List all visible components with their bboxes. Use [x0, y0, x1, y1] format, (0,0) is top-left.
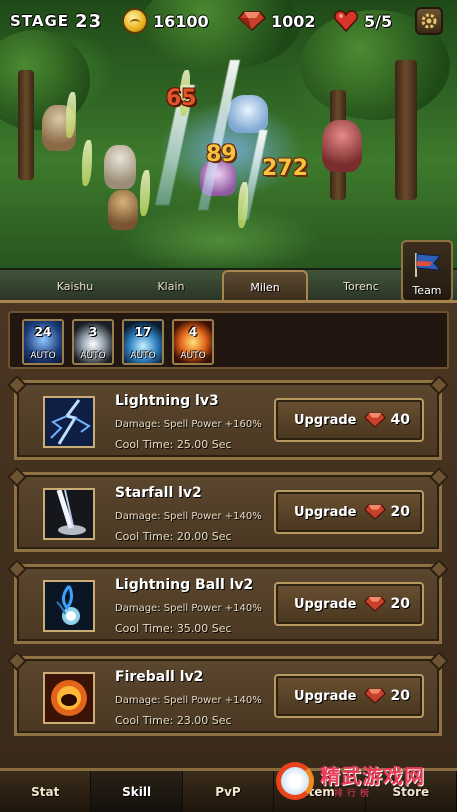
- auto-tag: AUTO: [80, 351, 106, 361]
- blade-effect: [82, 140, 92, 186]
- upgrade-label: Upgrade: [294, 596, 357, 612]
- upgrade-button[interactable]: Upgrade 20: [274, 582, 424, 626]
- skill-name: Lightning lv3: [115, 393, 219, 409]
- enemy-sprite: [322, 120, 362, 172]
- gear-icon: [421, 13, 437, 29]
- lightning-ball-icon: [43, 580, 95, 632]
- upgrade-cost: 20: [390, 504, 410, 520]
- skill-name: Fireball lv2: [115, 669, 204, 685]
- enemy-sprite: [228, 95, 268, 133]
- tab-milen[interactable]: Milen: [222, 270, 308, 302]
- stage-indicator: STAGE 23: [10, 6, 102, 36]
- auto-skill-slot[interactable]: 4 AUTO: [172, 319, 214, 365]
- skill-cooldown: Cool Time: 23.00 Sec: [115, 714, 232, 727]
- upgrade-button[interactable]: Upgrade 40: [274, 398, 424, 442]
- ruby-gem-icon: [364, 688, 387, 704]
- flag-icon: [415, 253, 442, 277]
- nav-tab-stat[interactable]: Stat: [0, 771, 92, 812]
- skill-damage: Damage: Spell Power +140%: [115, 695, 262, 706]
- character-tabs: Kaishu Klain Milen Torenc Team: [0, 240, 457, 302]
- gold-coin-icon: [122, 8, 148, 34]
- auto-count: 24: [34, 325, 52, 339]
- tab-kaishu[interactable]: Kaishu: [32, 272, 118, 300]
- upgrade-cost: 20: [390, 596, 410, 612]
- skill-cooldown: Cool Time: 20.00 Sec: [115, 530, 232, 543]
- auto-tag: AUTO: [180, 351, 206, 361]
- skill-name: Starfall lv2: [115, 485, 202, 501]
- upgrade-label: Upgrade: [294, 688, 357, 704]
- skill-card-starfall: Starfall lv2 Damage: Spell Power +140% C…: [14, 472, 442, 552]
- upgrade-button[interactable]: Upgrade 20: [274, 490, 424, 534]
- blade-effect: [140, 170, 150, 216]
- starfall-icon: [43, 488, 95, 540]
- hero-sprite: [108, 190, 138, 230]
- upgrade-cost: 40: [390, 412, 410, 428]
- skill-card-fireball: Fireball lv2 Damage: Spell Power +140% C…: [14, 656, 442, 736]
- auto-tag: AUTO: [30, 351, 56, 361]
- skill-damage: Damage: Spell Power +140%: [115, 603, 262, 614]
- stage-label: STAGE: [10, 12, 70, 30]
- gem-counter: 1002: [238, 6, 316, 36]
- ruby-gem-icon: [238, 11, 266, 31]
- fireball-icon: [43, 672, 95, 724]
- nav-tab-item[interactable]: Item: [274, 771, 366, 812]
- damage-number: 65: [166, 86, 197, 111]
- skill-card-lightning-ball: Lightning Ball lv2 Damage: Spell Power +…: [14, 564, 442, 644]
- ruby-gem-icon: [364, 412, 387, 428]
- damage-number: 89: [206, 142, 237, 167]
- auto-count: 4: [188, 325, 198, 339]
- upgrade-cost: 20: [390, 688, 410, 704]
- stage-number: 23: [75, 10, 103, 32]
- skill-damage: Damage: Spell Power +140%: [115, 511, 262, 522]
- upgrade-button[interactable]: Upgrade 20: [274, 674, 424, 718]
- settings-button[interactable]: [415, 7, 443, 35]
- auto-tag: AUTO: [130, 351, 156, 361]
- gold-counter: 16100: [122, 6, 209, 36]
- heart-icon: [334, 10, 358, 32]
- battle-scene: 65 89 272: [0, 0, 457, 268]
- gem-amount: 1002: [271, 11, 316, 31]
- heart-amount: 5/5: [364, 11, 393, 31]
- damage-number: 272: [262, 156, 308, 181]
- lightning-icon: [43, 396, 95, 448]
- blade-effect: [238, 182, 248, 228]
- upgrade-label: Upgrade: [294, 412, 357, 428]
- auto-skill-bar: 24 AUTO 3 AUTO 17 AUTO 4 AUTO: [8, 311, 449, 369]
- auto-skill-slot[interactable]: 3 AUTO: [72, 319, 114, 365]
- team-button[interactable]: Team: [401, 240, 453, 302]
- auto-count: 17: [134, 325, 152, 339]
- skill-panel: 24 AUTO 3 AUTO 17 AUTO 4 AUTO Lightning …: [0, 300, 457, 768]
- hero-sprite: [104, 145, 136, 189]
- tree-trunk: [395, 60, 417, 200]
- skill-cooldown: Cool Time: 35.00 Sec: [115, 622, 232, 635]
- auto-skill-slot[interactable]: 17 AUTO: [122, 319, 164, 365]
- tab-klain[interactable]: Klain: [128, 272, 214, 300]
- ruby-gem-icon: [364, 596, 387, 612]
- nav-tab-pvp[interactable]: PvP: [183, 771, 275, 812]
- skill-name: Lightning Ball lv2: [115, 577, 254, 593]
- auto-count: 3: [88, 325, 98, 339]
- auto-skill-slot[interactable]: 24 AUTO: [22, 319, 64, 365]
- skill-damage: Damage: Spell Power +160%: [115, 419, 262, 430]
- ruby-gem-icon: [364, 504, 387, 520]
- nav-tab-store[interactable]: Store: [366, 771, 457, 812]
- skill-cooldown: Cool Time: 25.00 Sec: [115, 438, 232, 451]
- skill-card-lightning: Lightning lv3 Damage: Spell Power +160% …: [14, 380, 442, 460]
- tree-trunk: [18, 70, 34, 180]
- tab-torenc[interactable]: Torenc: [318, 272, 404, 300]
- upgrade-label: Upgrade: [294, 504, 357, 520]
- team-label: Team: [412, 284, 442, 297]
- nav-tab-skill[interactable]: Skill: [91, 771, 183, 812]
- gold-amount: 16100: [153, 11, 209, 31]
- top-hud: STAGE 23 16100 1002 5/5: [0, 6, 457, 36]
- bottom-nav: Stat Skill PvP Item Store: [0, 768, 457, 812]
- heart-counter: 5/5: [334, 6, 392, 36]
